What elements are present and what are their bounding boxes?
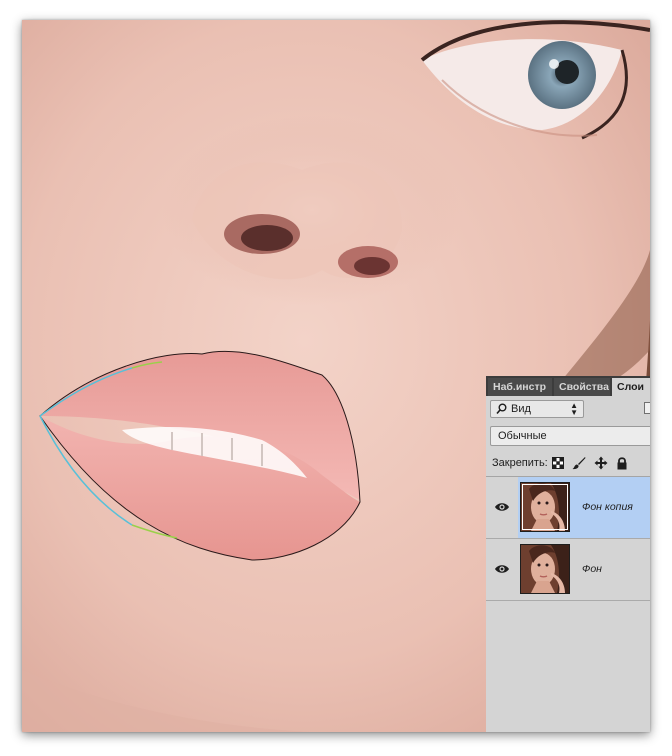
layers-panel: Наб.инстр Свойства Слои Вид ▲ ▼ Обычные З… xyxy=(486,376,650,732)
eye-icon[interactable] xyxy=(494,501,510,513)
lock-row: Закрепить: xyxy=(486,450,650,476)
lock-brush-icon[interactable] xyxy=(572,456,586,470)
lock-all-icon[interactable] xyxy=(615,456,629,470)
document-window: Наб.инстр Свойства Слои Вид ▲ ▼ Обычные З… xyxy=(22,20,650,732)
layer-row[interactable]: Фон копия xyxy=(486,477,650,539)
layer-row[interactable]: Фон xyxy=(486,539,650,601)
layer-filter-select[interactable]: Вид ▲ ▼ xyxy=(490,400,584,418)
search-icon xyxy=(496,403,507,415)
filter-toggle-button[interactable] xyxy=(644,402,650,414)
lock-transparent-icon[interactable] xyxy=(551,456,565,470)
blend-mode-value: Обычные xyxy=(498,430,547,442)
layer-thumbnail xyxy=(520,544,570,594)
layers-panel-body: Вид ▲ ▼ Обычные Закрепить: Фон копия Фон xyxy=(486,396,650,732)
lock-position-icon[interactable] xyxy=(594,456,608,470)
updown-arrows-icon: ▲ ▼ xyxy=(570,401,578,417)
layer-name: Фон копия xyxy=(582,501,633,513)
eye-icon[interactable] xyxy=(494,563,510,575)
layer-list: Фон копия Фон xyxy=(486,476,650,732)
tab-tool-presets[interactable]: Наб.инстр xyxy=(488,378,552,396)
panel-tab-bar: Наб.инстр Свойства Слои xyxy=(486,376,650,396)
tab-properties[interactable]: Свойства xyxy=(554,378,610,396)
tab-layers[interactable]: Слои xyxy=(612,378,650,396)
layer-thumbnail xyxy=(520,482,570,532)
layer-filter-label: Вид xyxy=(511,403,531,415)
layer-name: Фон xyxy=(582,563,602,575)
blend-mode-select[interactable]: Обычные xyxy=(490,426,650,446)
lock-label: Закрепить: xyxy=(492,457,548,469)
